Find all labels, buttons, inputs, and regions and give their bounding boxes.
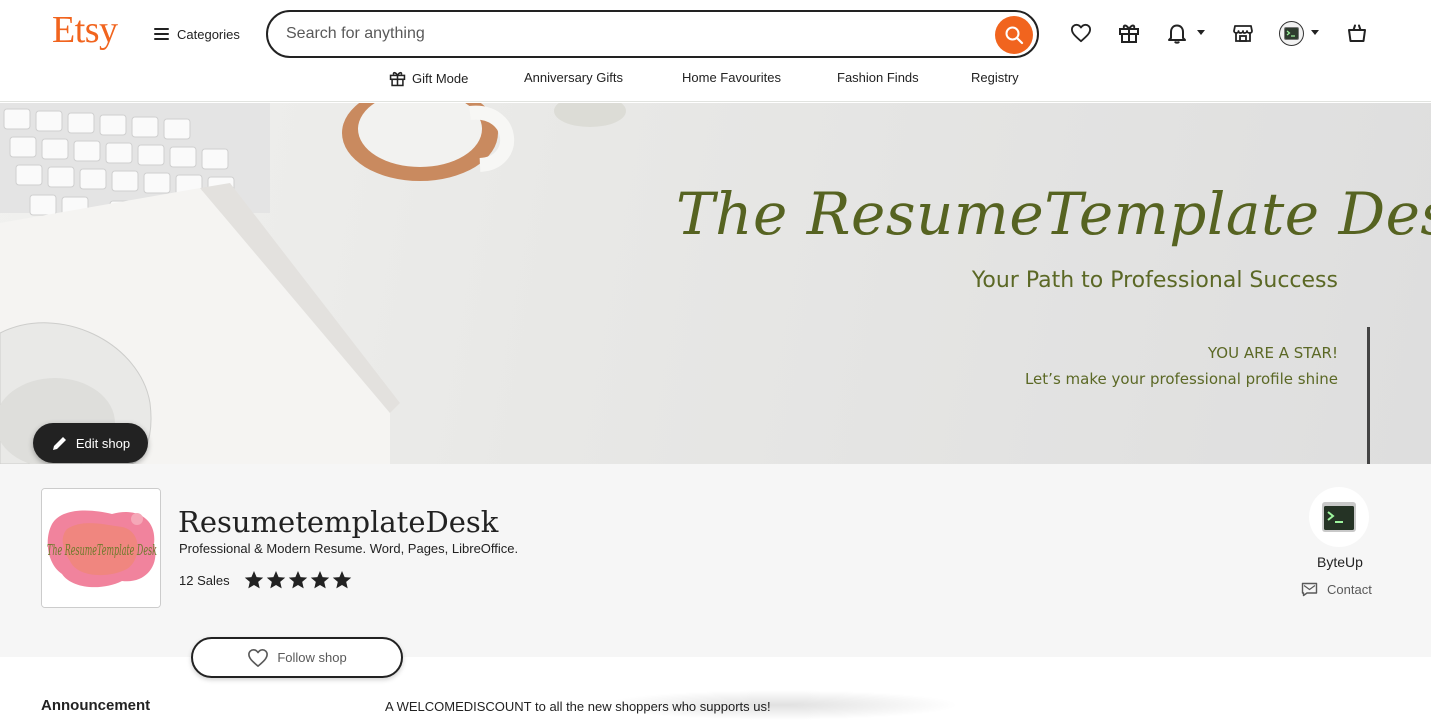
terminal-icon bbox=[1322, 502, 1356, 532]
star-icon bbox=[332, 571, 352, 589]
search-input[interactable] bbox=[286, 20, 986, 48]
gift-icon bbox=[1119, 24, 1139, 43]
cart-icon bbox=[1348, 24, 1366, 42]
gift-icon bbox=[389, 71, 406, 87]
message-icon bbox=[1301, 582, 1318, 597]
chevron-down-icon[interactable] bbox=[1311, 30, 1319, 35]
contact-button[interactable]: Contact bbox=[1301, 582, 1372, 597]
owner-avatar[interactable] bbox=[1309, 487, 1369, 547]
menu-icon bbox=[154, 28, 169, 40]
shop-sales-count[interactable]: 12 Sales bbox=[179, 573, 230, 588]
shop-logo-text: The ResumeTemplate Desk bbox=[47, 541, 157, 559]
cart-button[interactable] bbox=[1344, 20, 1370, 46]
edit-shop-button[interactable]: Edit shop bbox=[33, 423, 148, 463]
banner-divider bbox=[1367, 327, 1370, 464]
categories-label: Categories bbox=[177, 26, 240, 42]
follow-shop-label: Follow shop bbox=[277, 650, 347, 665]
banner-subtitle: Your Path to Professional Success bbox=[971, 268, 1338, 293]
shop-logo-image: The ResumeTemplate Desk bbox=[42, 489, 160, 607]
banner-title: The ResumeTemplate Desk bbox=[676, 180, 1431, 248]
nav-item-label: Home Favourites bbox=[682, 70, 781, 85]
announcement-title: Announcement bbox=[41, 697, 151, 714]
shop-icon bbox=[1233, 25, 1253, 42]
nav-gift-mode[interactable]: Gift Mode bbox=[389, 70, 468, 87]
search-icon bbox=[1005, 26, 1024, 45]
shop-manager-button[interactable] bbox=[1230, 20, 1256, 46]
gift-button[interactable] bbox=[1116, 20, 1142, 46]
nav-registry[interactable]: Registry bbox=[971, 70, 1019, 85]
star-icon bbox=[266, 571, 286, 589]
avatar[interactable] bbox=[1279, 21, 1304, 46]
etsy-logo[interactable]: Etsy bbox=[52, 8, 118, 52]
pencil-icon bbox=[52, 436, 66, 450]
nav-item-label: Fashion Finds bbox=[837, 70, 919, 85]
heart-icon bbox=[1070, 23, 1091, 43]
categories-button[interactable]: Categories bbox=[154, 22, 240, 46]
scroll-shadow bbox=[600, 690, 960, 720]
banner-tagline: YOU ARE A STAR! bbox=[1207, 344, 1338, 362]
star-icon bbox=[288, 571, 308, 589]
follow-shop-button[interactable]: Follow shop bbox=[191, 637, 403, 678]
nav-fashion-finds[interactable]: Fashion Finds bbox=[837, 70, 919, 85]
shop-name: ResumetemplateDesk bbox=[178, 505, 499, 539]
rating-stars[interactable] bbox=[244, 570, 352, 590]
nav-item-label: Registry bbox=[971, 70, 1019, 85]
nav-item-label: Gift Mode bbox=[412, 71, 469, 86]
notifications-button[interactable] bbox=[1164, 20, 1190, 46]
contact-label: Contact bbox=[1327, 582, 1372, 597]
shop-logo[interactable]: The ResumeTemplate Desk bbox=[41, 488, 161, 608]
shop-info-section bbox=[0, 464, 1431, 657]
favorites-button[interactable] bbox=[1068, 20, 1094, 46]
nav-anniversary-gifts[interactable]: Anniversary Gifts bbox=[524, 70, 623, 85]
site-header: Etsy Categories Search for anything Gift… bbox=[0, 0, 1431, 102]
star-icon bbox=[310, 571, 330, 589]
edit-shop-label: Edit shop bbox=[75, 435, 131, 451]
heart-icon bbox=[248, 648, 269, 667]
search-bar bbox=[266, 10, 1039, 58]
nav-home-favourites[interactable]: Home Favourites bbox=[682, 70, 781, 85]
star-icon bbox=[244, 571, 264, 589]
owner-name[interactable]: ByteUp bbox=[1300, 554, 1380, 570]
bell-icon bbox=[1168, 24, 1186, 44]
nav-item-label: Anniversary Gifts bbox=[524, 70, 623, 85]
search-button[interactable] bbox=[995, 16, 1033, 54]
chevron-down-icon[interactable] bbox=[1197, 30, 1205, 35]
banner-tagline-2: Let’s make your professional profile shi… bbox=[1024, 370, 1338, 388]
terminal-icon bbox=[1284, 27, 1299, 40]
shop-tagline: Professional & Modern Resume. Word, Page… bbox=[179, 541, 519, 556]
